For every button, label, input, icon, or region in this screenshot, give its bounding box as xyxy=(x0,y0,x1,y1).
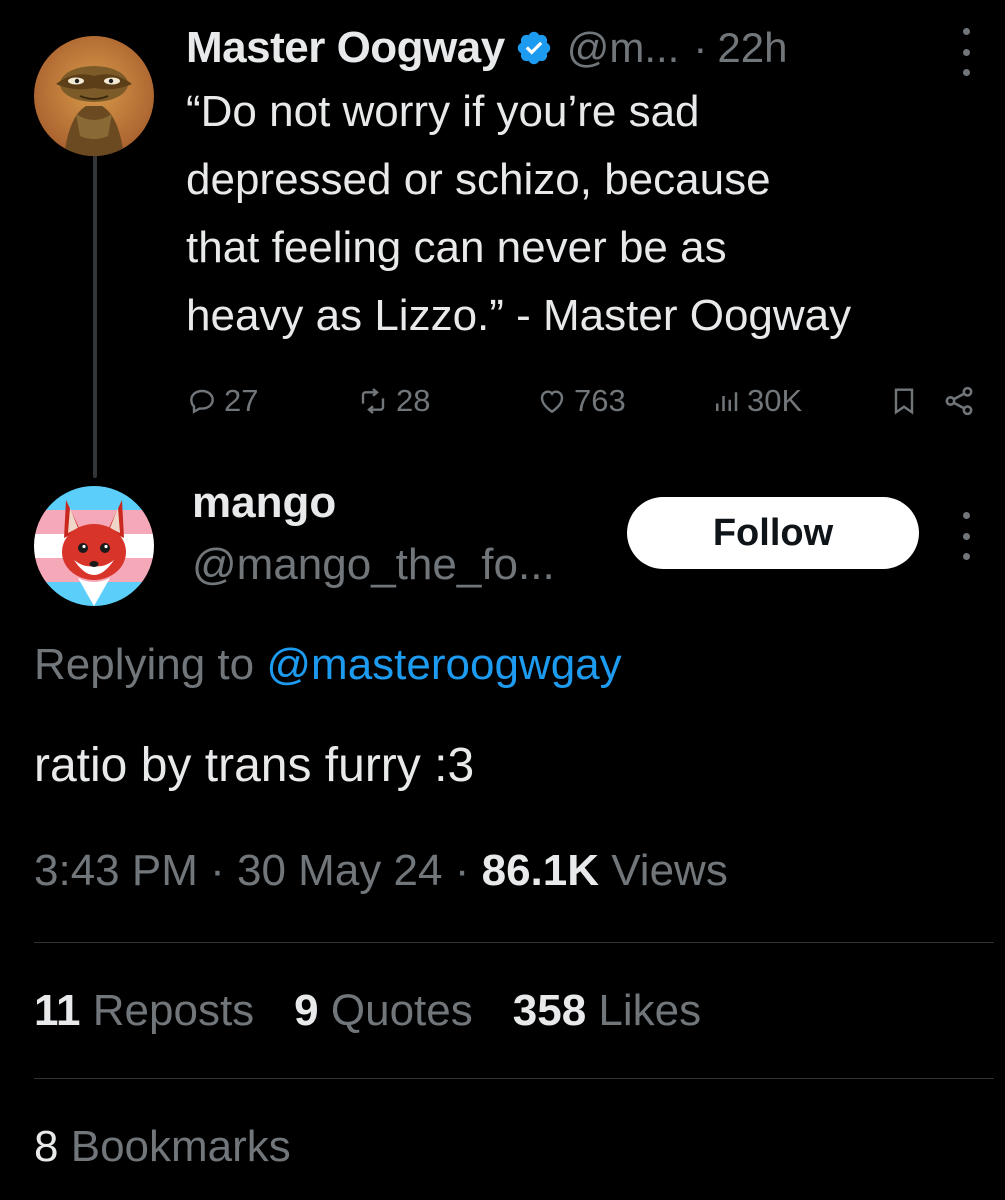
like-button[interactable]: 763 xyxy=(536,376,626,426)
reply-author-handle[interactable]: @mango_the_fo... xyxy=(192,540,555,590)
engagement-stats: 11 Reposts 9 Quotes 358 Likes xyxy=(34,986,701,1036)
reply-tweet-text: ratio by trans furry :3 xyxy=(34,739,475,792)
views-count: 30K xyxy=(747,383,803,418)
bookmarks-total: 8 xyxy=(34,1122,59,1171)
views-total: 86.1K xyxy=(481,846,600,895)
repost-button[interactable]: 28 xyxy=(356,376,430,426)
bookmarks-label: Bookmarks xyxy=(70,1122,291,1171)
fox-avatar-image xyxy=(34,486,154,606)
follow-button[interactable]: Follow xyxy=(627,497,919,569)
tweet-text-line: “Do not worry if you’re sad xyxy=(186,87,700,136)
views-button[interactable]: 30K xyxy=(711,376,802,426)
bookmarks-stat[interactable]: 8 Bookmarks xyxy=(34,1122,291,1172)
tweet-date[interactable]: 30 May 24 xyxy=(237,846,442,895)
replying-to-line: Replying to @masteroogwgay xyxy=(34,640,622,690)
tweet-text-line: heavy as Lizzo.” - Master Oogway xyxy=(186,291,852,340)
reply-button[interactable]: 27 xyxy=(186,376,258,426)
reply-icon xyxy=(190,389,214,414)
quotes-label: Quotes xyxy=(330,986,473,1035)
heart-icon xyxy=(540,390,564,414)
reposts-stat[interactable]: 11 Reposts xyxy=(34,986,254,1035)
verified-badge-icon[interactable] xyxy=(515,29,553,67)
likes-label: Likes xyxy=(598,986,702,1035)
author-avatar[interactable] xyxy=(34,36,154,156)
tweet-header: Master Oogway @m... · 22h xyxy=(186,18,787,78)
author-handle[interactable]: @m... xyxy=(567,24,680,72)
share-icon xyxy=(945,386,973,416)
reply-more-options-icon[interactable] xyxy=(958,512,974,560)
quotes-total: 9 xyxy=(294,986,319,1035)
reply-author-avatar[interactable] xyxy=(34,486,154,606)
analytics-icon xyxy=(716,392,738,411)
bookmark-icon xyxy=(894,388,914,415)
reposts-label: Reposts xyxy=(92,986,255,1035)
tweet-text: “Do not worry if you’re sad depressed or… xyxy=(186,78,986,350)
meta-separator: · xyxy=(210,846,225,895)
repost-count: 28 xyxy=(396,383,431,418)
meta-separator: · xyxy=(454,846,470,895)
thread-connector-line xyxy=(93,150,97,478)
tweet-text-line: that feeling can never be as xyxy=(186,223,727,272)
divider xyxy=(34,1078,994,1079)
author-name[interactable]: Master Oogway xyxy=(186,23,505,73)
bookmark-button[interactable] xyxy=(888,376,926,426)
replying-to-mention-link[interactable]: @masteroogwgay xyxy=(266,640,621,689)
share-button[interactable] xyxy=(942,376,982,426)
likes-total: 358 xyxy=(512,986,587,1035)
reply-author-name[interactable]: mango xyxy=(192,478,336,528)
like-count: 763 xyxy=(574,383,626,418)
tweet-actions-bar: 27 28 763 30K xyxy=(186,376,986,426)
tweet-text-line: depressed or schizo, because xyxy=(186,155,771,204)
oogway-avatar-image xyxy=(34,36,154,156)
tweet-time[interactable]: 22h xyxy=(717,24,787,72)
tweet-timestamp[interactable]: 3:43 PM xyxy=(34,846,198,895)
replying-to-label: Replying to xyxy=(34,640,255,689)
tweet-meta-line: 3:43 PM · 30 May 24 · 86.1K Views xyxy=(34,846,728,896)
reposts-total: 11 xyxy=(34,986,81,1035)
repost-icon xyxy=(361,388,385,414)
views-label: Views xyxy=(611,846,728,895)
divider xyxy=(34,942,994,943)
likes-stat[interactable]: 358 Likes xyxy=(513,986,701,1035)
quotes-stat[interactable]: 9 Quotes xyxy=(294,986,473,1035)
more-options-icon[interactable] xyxy=(958,28,974,76)
separator-dot: · xyxy=(693,24,708,71)
reply-count: 27 xyxy=(224,383,259,418)
